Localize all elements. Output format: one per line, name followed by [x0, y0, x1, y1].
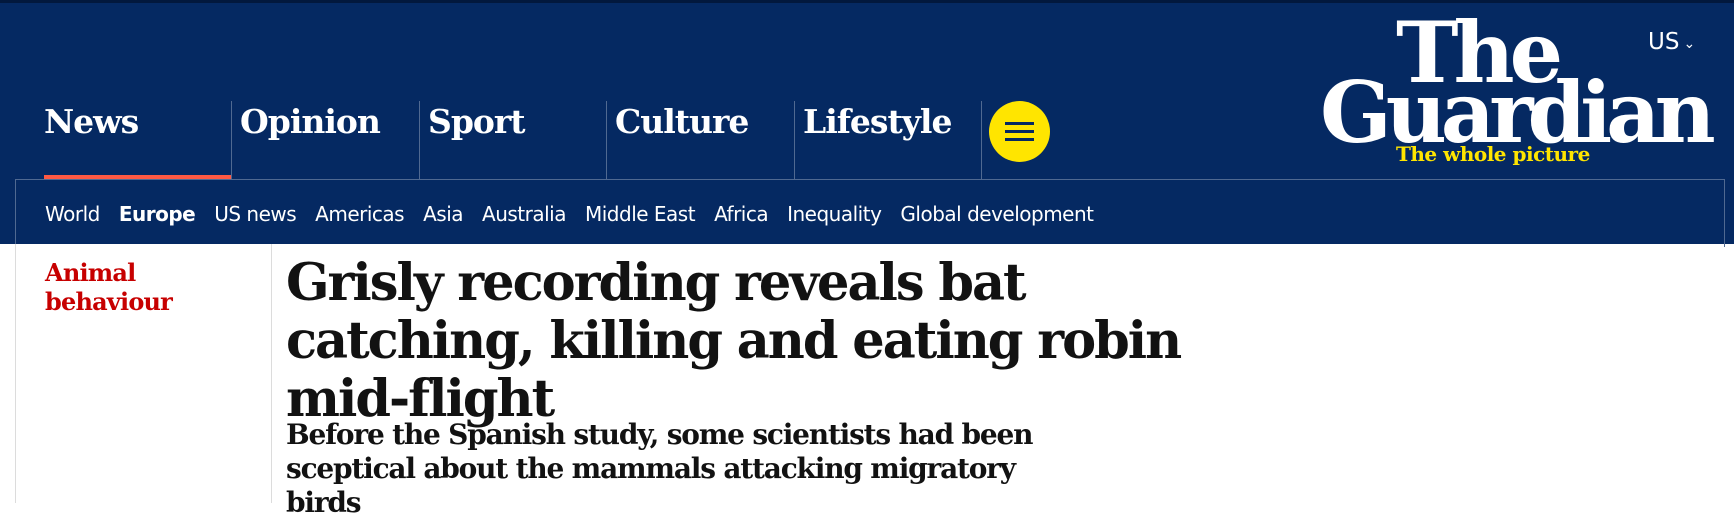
subnav-world[interactable]: World: [45, 202, 100, 226]
site-header: US ⌄ The Guardian The whole picture News…: [0, 0, 1734, 247]
subnav-americas[interactable]: Americas: [315, 202, 404, 226]
sub-nav: World Europe US news Americas Asia Austr…: [15, 179, 1725, 247]
menu-button[interactable]: [989, 101, 1050, 162]
subnav-global-development[interactable]: Global development: [900, 202, 1094, 226]
article-headline: Grisly recording reveals bat catching, k…: [286, 253, 1182, 429]
subnav-australia[interactable]: Australia: [482, 202, 566, 226]
article-main: Animal behaviour Grisly recording reveal…: [0, 244, 1734, 519]
subnav-europe[interactable]: Europe: [119, 202, 196, 226]
subnav-inequality[interactable]: Inequality: [787, 202, 882, 226]
left-border: [15, 244, 16, 503]
logo-tagline: The whole picture: [1396, 142, 1590, 166]
section-kicker[interactable]: Animal behaviour: [45, 258, 265, 316]
subnav-africa[interactable]: Africa: [714, 202, 769, 226]
subnav-us-news[interactable]: US news: [214, 202, 296, 226]
pillar-sport[interactable]: Sport: [419, 101, 606, 180]
article-standfirst: Before the Spanish study, some scientist…: [286, 418, 1034, 519]
pillar-lifestyle[interactable]: Lifestyle: [794, 101, 982, 180]
pillar-news[interactable]: News: [44, 101, 232, 180]
column-divider: [271, 244, 272, 503]
pillar-culture[interactable]: Culture: [606, 101, 794, 180]
guardian-logo[interactable]: The Guardian The whole picture: [1320, 11, 1716, 173]
hamburger-menu-icon: [1005, 122, 1034, 141]
pillar-divider: [981, 101, 982, 180]
subnav-asia[interactable]: Asia: [423, 202, 463, 226]
pillar-opinion[interactable]: Opinion: [231, 101, 419, 180]
subnav-middle-east[interactable]: Middle East: [585, 202, 696, 226]
